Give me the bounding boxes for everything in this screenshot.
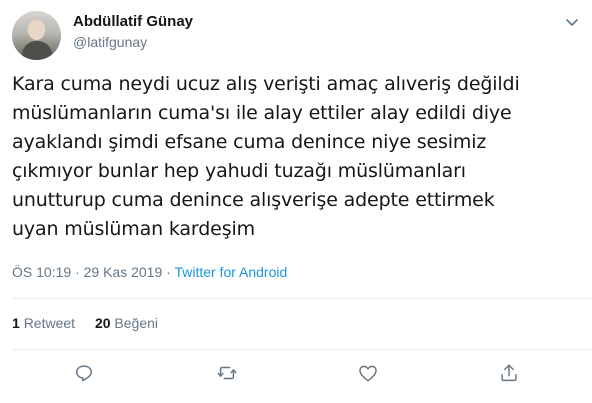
meta-separator: ·	[71, 264, 84, 280]
avatar-face	[28, 20, 45, 40]
like-count: 20	[94, 315, 111, 331]
tweet-stats: 1 Retweet 20 Beğeni	[12, 315, 174, 331]
author-name[interactable]: Abdüllatif Günay	[73, 13, 193, 30]
meta-separator: ·	[162, 264, 175, 280]
tweet-time[interactable]: ÖS 10:19	[12, 264, 71, 280]
chevron-down-icon[interactable]	[564, 14, 580, 30]
tweet-card: Abdüllatif Günay @latifgunay Kara cuma n…	[0, 0, 592, 403]
like-stat[interactable]: 20 Beğeni	[95, 315, 158, 331]
reply-icon[interactable]	[73, 362, 95, 384]
retweet-label: Retweet	[23, 315, 76, 331]
tweet-source-link[interactable]: Twitter for Android	[174, 264, 287, 280]
retweet-icon[interactable]	[216, 362, 238, 384]
like-label: Beğeni	[114, 315, 158, 331]
share-icon[interactable]	[498, 362, 520, 384]
heart-icon[interactable]	[357, 362, 379, 384]
tweet-text: Kara cuma neydi ucuz alış verişti amaç a…	[12, 73, 520, 240]
avatar[interactable]	[12, 11, 61, 60]
avatar-torso	[22, 41, 52, 60]
retweet-count: 1	[12, 315, 20, 331]
tweet-date[interactable]: 29 Kas 2019	[84, 264, 163, 280]
divider	[12, 349, 592, 350]
author-handle[interactable]: @latifgunay	[73, 34, 147, 50]
action-bar	[0, 358, 592, 388]
divider	[12, 298, 592, 299]
tweet-meta: ÖS 10:19 · 29 Kas 2019 · Twitter for And…	[12, 264, 287, 280]
retweet-stat[interactable]: 1 Retweet	[12, 315, 75, 331]
